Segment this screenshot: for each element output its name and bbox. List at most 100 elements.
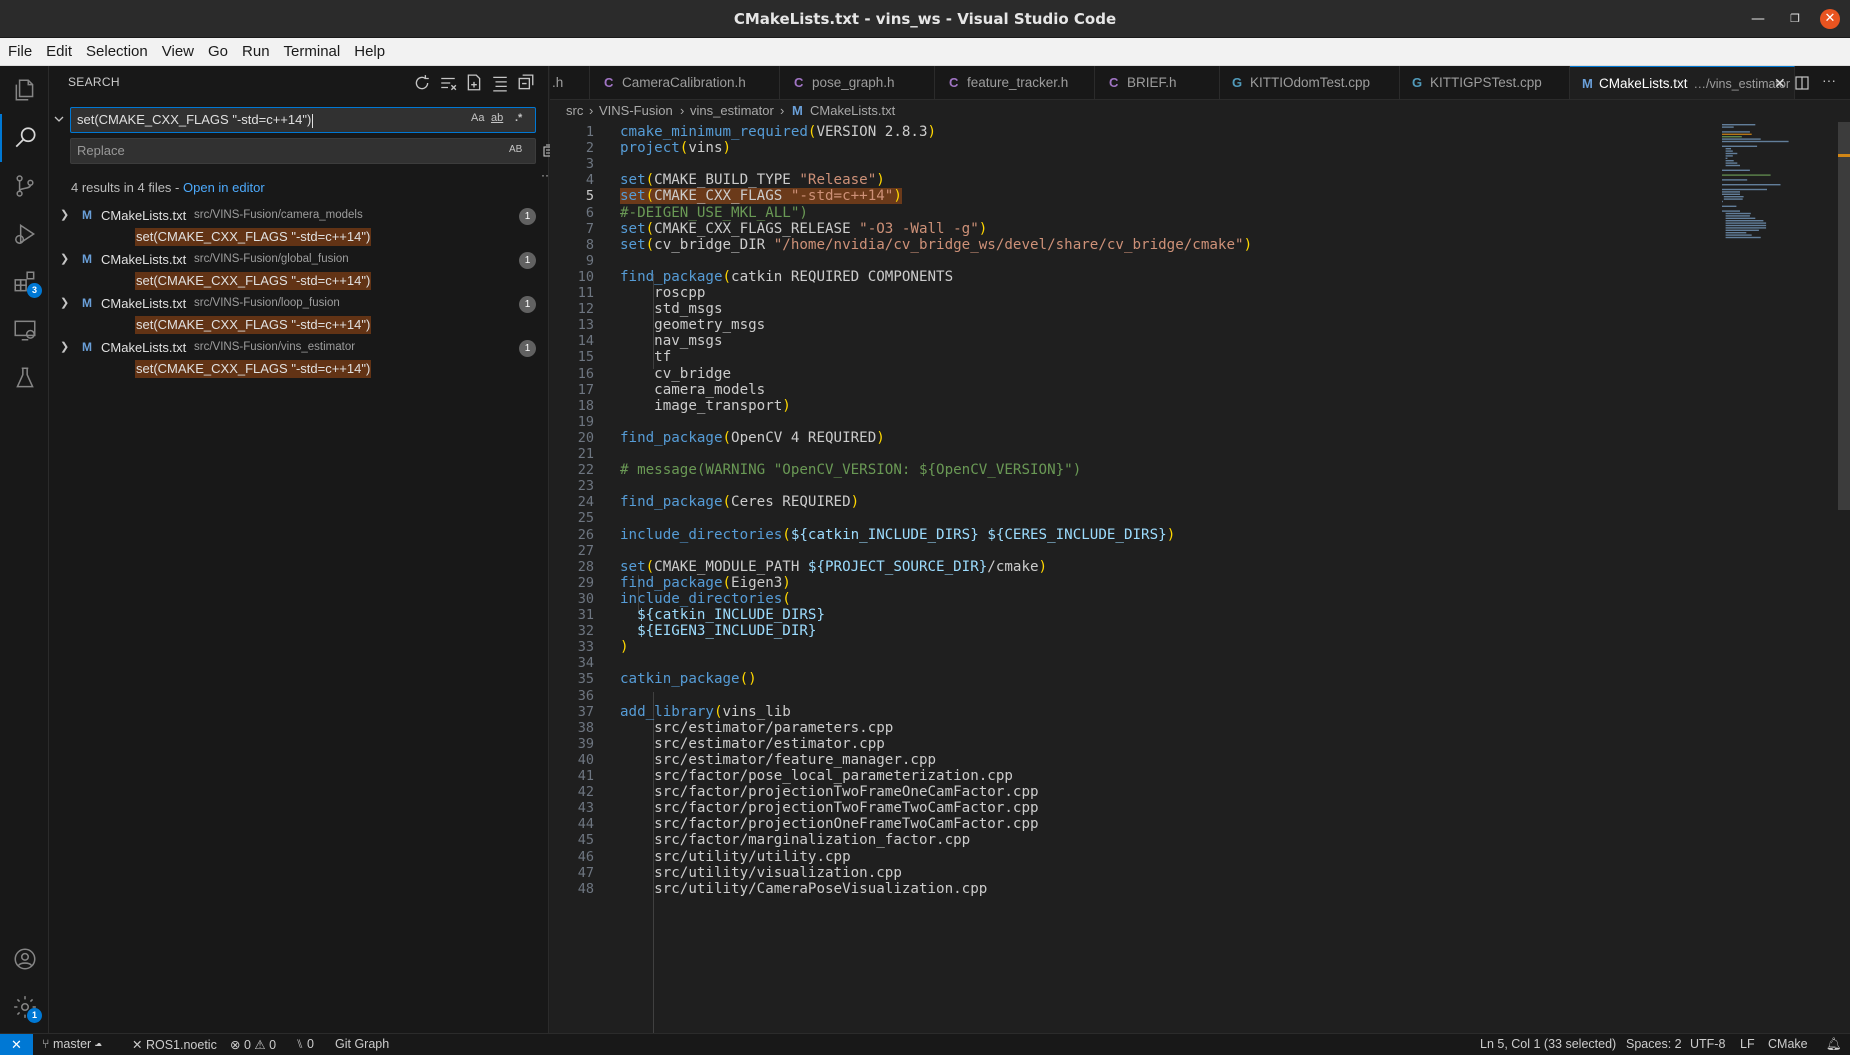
menu-selection[interactable]: Selection <box>79 38 155 66</box>
code-editor[interactable]: 1 cmake_minimum_required(VERSION 2.8.3) 2 p… <box>550 122 1850 1033</box>
preserve-case-toggle[interactable]: AB <box>509 144 522 155</box>
git-graph-button[interactable]: Git Graph <box>335 1037 389 1051</box>
testing-icon[interactable] <box>0 354 49 402</box>
ros-indicator[interactable]: ✕ ROS1.noetic <box>132 1037 217 1052</box>
language-mode[interactable]: CMake <box>1768 1037 1808 1051</box>
remote-indicator-icon[interactable]: ✕ <box>0 1034 33 1055</box>
line-number: 48 <box>577 880 594 897</box>
result-file-name: CMakeLists.txt <box>101 208 187 223</box>
toggle-replace-chevron-icon[interactable] <box>53 113 65 125</box>
search-query-text: set(CMAKE_CXX_FLAGS "-std=c++14") <box>77 112 312 127</box>
new-search-editor-icon[interactable] <box>465 74 483 92</box>
replace-input[interactable]: Replace AB <box>70 138 536 164</box>
tab-feature-tracker[interactable]: Cfeature_tracker.h <box>935 66 1095 99</box>
close-tab-icon[interactable]: ✕ <box>1774 75 1786 92</box>
error-icon: ⊗ <box>230 1038 241 1052</box>
breadcrumb-src[interactable]: src <box>566 103 583 118</box>
tab-partial[interactable]: .h <box>550 66 590 99</box>
refresh-icon[interactable] <box>413 74 431 92</box>
minimap-line <box>1722 174 1771 176</box>
chevron-down-icon: ❯ <box>60 341 70 353</box>
minimap-line <box>1722 210 1740 212</box>
settings-gear-icon[interactable]: 1 <box>0 983 49 1031</box>
explorer-icon[interactable] <box>0 66 49 114</box>
result-file-row[interactable]: ❯ M CMakeLists.txt src/VINS-Fusion/globa… <box>49 249 549 271</box>
menu-help[interactable]: Help <box>347 38 392 66</box>
tab-brief[interactable]: C BRIEF.h <box>1095 66 1220 99</box>
scrollbar-thumb[interactable] <box>1838 122 1850 510</box>
minimap-line <box>1725 229 1759 231</box>
minimap-line <box>1722 193 1740 195</box>
minimap[interactable] <box>1720 122 1830 1033</box>
open-in-editor-link[interactable]: Open in editor <box>183 180 265 195</box>
minimap-line <box>1722 188 1767 191</box>
result-file-name: CMakeLists.txt <box>101 252 187 267</box>
result-match-line[interactable]: set(CMAKE_CXX_FLAGS "-std=c++14") <box>135 228 372 246</box>
extensions-icon[interactable]: 3 <box>0 258 49 306</box>
minimize-button[interactable]: — <box>1748 9 1768 29</box>
editor-scrollbar[interactable] <box>1836 122 1850 1033</box>
eol-indicator[interactable]: LF <box>1740 1037 1755 1051</box>
tab-camera-calibration[interactable]: C CameraCalibration.h <box>590 66 780 99</box>
minimap-line <box>1725 236 1761 239</box>
menu-view[interactable]: View <box>155 38 201 66</box>
tab-pose-graph[interactable]: Cpose_graph.h <box>780 66 935 99</box>
menu-terminal[interactable]: Terminal <box>277 38 348 66</box>
result-match-line[interactable]: set(CMAKE_CXX_FLAGS "-std=c++14") <box>135 316 372 334</box>
more-actions-icon[interactable]: ··· <box>1822 72 1836 88</box>
result-count-badge: 1 <box>519 252 536 269</box>
result-file-path: src/VINS-Fusion/global_fusion <box>194 253 349 265</box>
close-window-button[interactable]: ✕ <box>1820 9 1840 29</box>
ports-indicator[interactable]: ⑊ 0 <box>296 1037 314 1051</box>
problems-indicator[interactable]: ⊗ 0 ⚠ 0 <box>230 1037 276 1052</box>
split-editor-icon[interactable] <box>1794 75 1810 91</box>
breadcrumb-vins-fusion[interactable]: VINS-Fusion <box>599 103 673 118</box>
search-icon[interactable] <box>0 114 49 162</box>
results-summary: 4 results in 4 files - Open in editor <box>71 180 265 195</box>
breadcrumb-file[interactable]: CMakeLists.txt <box>810 103 895 118</box>
match-case-toggle[interactable]: Aa <box>471 112 484 124</box>
match-whole-word-toggle[interactable]: ab <box>491 112 503 124</box>
minimap-line <box>1725 215 1750 217</box>
minimap-line <box>1725 232 1747 234</box>
chevron-down-icon: ❯ <box>60 297 70 309</box>
result-file-row[interactable]: ❯ M CMakeLists.txt src/VINS-Fusion/vins_… <box>49 337 549 359</box>
regex-toggle[interactable]: .* <box>515 112 522 124</box>
warning-icon: ⚠ <box>254 1038 266 1052</box>
branch-indicator[interactable]: ⑂ master ☁ <box>42 1037 102 1051</box>
code-line[interactable]: 48 src/utility/CameraPoseVisualization.c… <box>550 880 1710 899</box>
run-debug-icon[interactable] <box>0 210 49 258</box>
tab-cmakelists-active[interactable]: M CMakeLists.txt …/vins_estimator ✕ <box>1570 66 1795 99</box>
tab-kitti-gps-test[interactable]: G KITTIGPSTest.cpp <box>1400 66 1570 99</box>
result-match-line[interactable]: set(CMAKE_CXX_FLAGS "-std=c++14") <box>135 272 372 290</box>
minimap-line <box>1725 222 1767 224</box>
clear-results-icon[interactable] <box>439 74 457 92</box>
view-as-tree-icon[interactable] <box>491 74 509 92</box>
menu-edit[interactable]: Edit <box>39 38 79 66</box>
replace-placeholder: Replace <box>77 143 125 158</box>
collapse-all-icon[interactable] <box>517 74 535 92</box>
result-file-name: CMakeLists.txt <box>101 296 187 311</box>
menu-go[interactable]: Go <box>201 38 235 66</box>
menu-run[interactable]: Run <box>235 38 277 66</box>
result-file-row[interactable]: ❯ M CMakeLists.txt src/VINS-Fusion/loop_… <box>49 293 549 315</box>
encoding-indicator[interactable]: UTF-8 <box>1690 1037 1725 1051</box>
menu-file[interactable]: File <box>0 38 39 66</box>
account-icon[interactable] <box>0 935 49 983</box>
result-file-row[interactable]: ❯ M CMakeLists.txt src/VINS-Fusion/camer… <box>49 205 549 227</box>
minimap-line <box>1725 217 1756 219</box>
maximize-button[interactable]: ❐ <box>1785 9 1805 29</box>
breadcrumb-vins-estimator[interactable]: vins_estimator <box>690 103 774 118</box>
cursor-position[interactable]: Ln 5, Col 1 (33 selected) <box>1480 1037 1616 1051</box>
source-control-icon[interactable] <box>0 162 49 210</box>
notifications-bell-icon[interactable]: 🔔︎ <box>1826 1037 1842 1052</box>
tab-kitti-odom-test[interactable]: G KITTIOdomTest.cpp <box>1220 66 1400 99</box>
cmake-file-icon: M <box>1582 76 1593 91</box>
indentation-indicator[interactable]: Spaces: 2 <box>1626 1037 1682 1051</box>
cmake-file-icon: M <box>82 340 92 354</box>
result-match-line[interactable]: set(CMAKE_CXX_FLAGS "-std=c++14") <box>135 360 372 378</box>
search-input[interactable]: set(CMAKE_CXX_FLAGS "-std=c++14") Aa ab … <box>70 107 536 133</box>
remote-explorer-icon[interactable] <box>0 306 49 354</box>
chevron-down-icon: ❯ <box>60 209 70 221</box>
minimap-line <box>1722 145 1758 147</box>
